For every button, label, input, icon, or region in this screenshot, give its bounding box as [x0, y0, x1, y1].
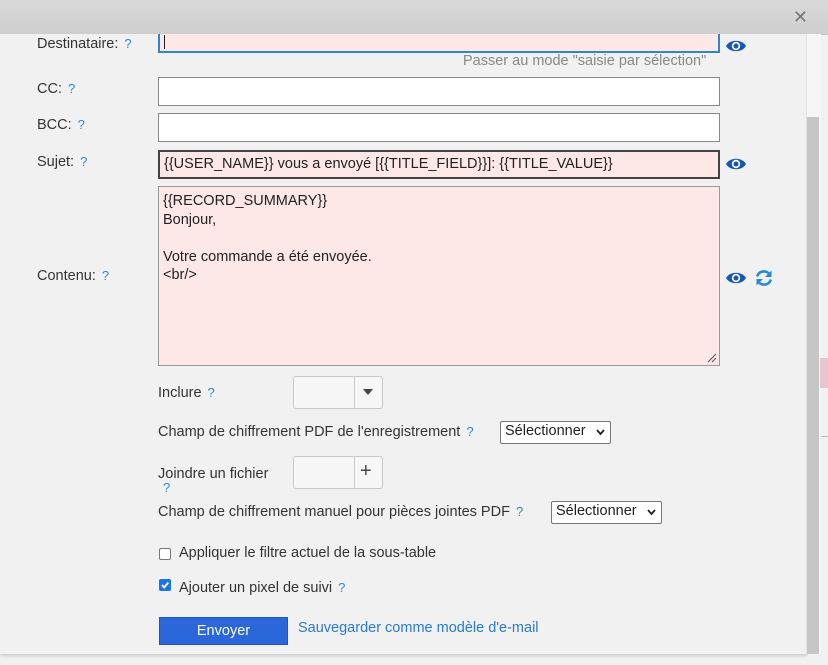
contenu-textarea[interactable]: {{RECORD_SUMMARY}} Bonjour, Votre comman… [158, 186, 720, 366]
inclure-dropdown[interactable] [293, 376, 383, 409]
joindre-label-text: Joindre un fichier [158, 466, 269, 482]
sujet-label: Sujet:? [37, 154, 87, 170]
destinataire-label: Destinataire:? [37, 36, 132, 52]
sujet-help-icon[interactable]: ? [80, 154, 87, 169]
pdf-record-select-value: Sélectionner [505, 423, 586, 439]
pdf-record-select[interactable]: Sélectionner [500, 421, 611, 444]
chevron-down-icon [647, 509, 656, 516]
cc-label: CC:? [37, 81, 75, 97]
bcc-help-icon[interactable]: ? [78, 117, 85, 132]
cc-help-icon[interactable]: ? [68, 81, 75, 96]
checkmark-icon [161, 581, 169, 589]
joindre-file-box[interactable]: + [293, 456, 383, 489]
joindre-label: Joindre un fichier [158, 466, 268, 482]
save-template-link[interactable]: Sauvegarder comme modèle d'e-mail [298, 620, 539, 636]
plus-icon[interactable]: + [360, 460, 372, 483]
destinataire-input[interactable] [158, 34, 720, 53]
selection-mode-link[interactable]: Passer au mode "saisie par sélection" [463, 53, 706, 69]
inclure-help-icon[interactable]: ? [208, 385, 215, 400]
background-page-line [821, 436, 828, 437]
pdf-record-label-text: Champ de chiffrement PDF de l'enregistre… [158, 424, 461, 440]
cc-label-text: CC: [37, 81, 62, 97]
dropdown-divider [354, 377, 355, 408]
bcc-input[interactable] [158, 113, 720, 142]
destinataire-help-icon[interactable]: ? [124, 36, 131, 51]
scrollbar-thumb[interactable] [807, 117, 819, 654]
text-cursor [164, 35, 165, 49]
dialog-titlebar: ✕ [0, 0, 828, 35]
eye-icon[interactable] [725, 38, 747, 54]
sujet-label-text: Sujet: [37, 154, 75, 170]
chevron-down-icon[interactable] [363, 389, 373, 396]
sujet-input[interactable]: {{USER_NAME}} vous a envoyé [{{TITLE_FIE… [158, 150, 720, 179]
tracking-pixel-help-icon[interactable]: ? [338, 580, 345, 595]
file-box-divider [354, 457, 355, 488]
joindre-help-icon[interactable]: ? [163, 480, 170, 495]
bcc-label-text: BCC: [37, 117, 72, 133]
inclure-label-text: Inclure [158, 385, 202, 401]
bcc-label: BCC:? [37, 117, 85, 133]
eye-icon[interactable] [725, 156, 747, 172]
pdf-manual-label: Champ de chiffrement manuel pour pièces … [158, 504, 523, 520]
inclure-label: Inclure? [158, 385, 215, 401]
pdf-manual-select[interactable]: Sélectionner [551, 501, 662, 524]
chevron-down-icon [596, 429, 605, 436]
background-page-edge [820, 358, 828, 388]
eye-icon[interactable] [725, 270, 747, 286]
contenu-label: Contenu:? [37, 268, 109, 284]
destinataire-label-text: Destinataire: [37, 36, 119, 52]
close-icon[interactable]: ✕ [793, 7, 808, 27]
pdf-manual-label-text: Champ de chiffrement manuel pour pièces … [158, 504, 510, 520]
pdf-record-label: Champ de chiffrement PDF de l'enregistre… [158, 424, 474, 440]
refresh-icon[interactable] [754, 268, 774, 288]
pdf-record-help-icon[interactable]: ? [466, 424, 473, 439]
send-button[interactable]: Envoyer [159, 617, 288, 645]
tracking-pixel-label-text: Ajouter un pixel de suivi [179, 580, 333, 596]
pdf-manual-help-icon[interactable]: ? [516, 504, 523, 519]
contenu-label-text: Contenu: [37, 268, 96, 284]
tracking-pixel-label: Ajouter un pixel de suivi? [179, 580, 345, 596]
cc-input[interactable] [158, 77, 720, 106]
tracking-pixel-checkbox[interactable] [159, 579, 171, 591]
pdf-manual-select-value: Sélectionner [556, 503, 637, 519]
resize-grip-icon[interactable] [707, 353, 717, 363]
apply-filter-checkbox[interactable] [159, 548, 171, 560]
apply-filter-label: Appliquer le filtre actuel de la sous-ta… [179, 545, 437, 561]
contenu-help-icon[interactable]: ? [102, 268, 109, 283]
